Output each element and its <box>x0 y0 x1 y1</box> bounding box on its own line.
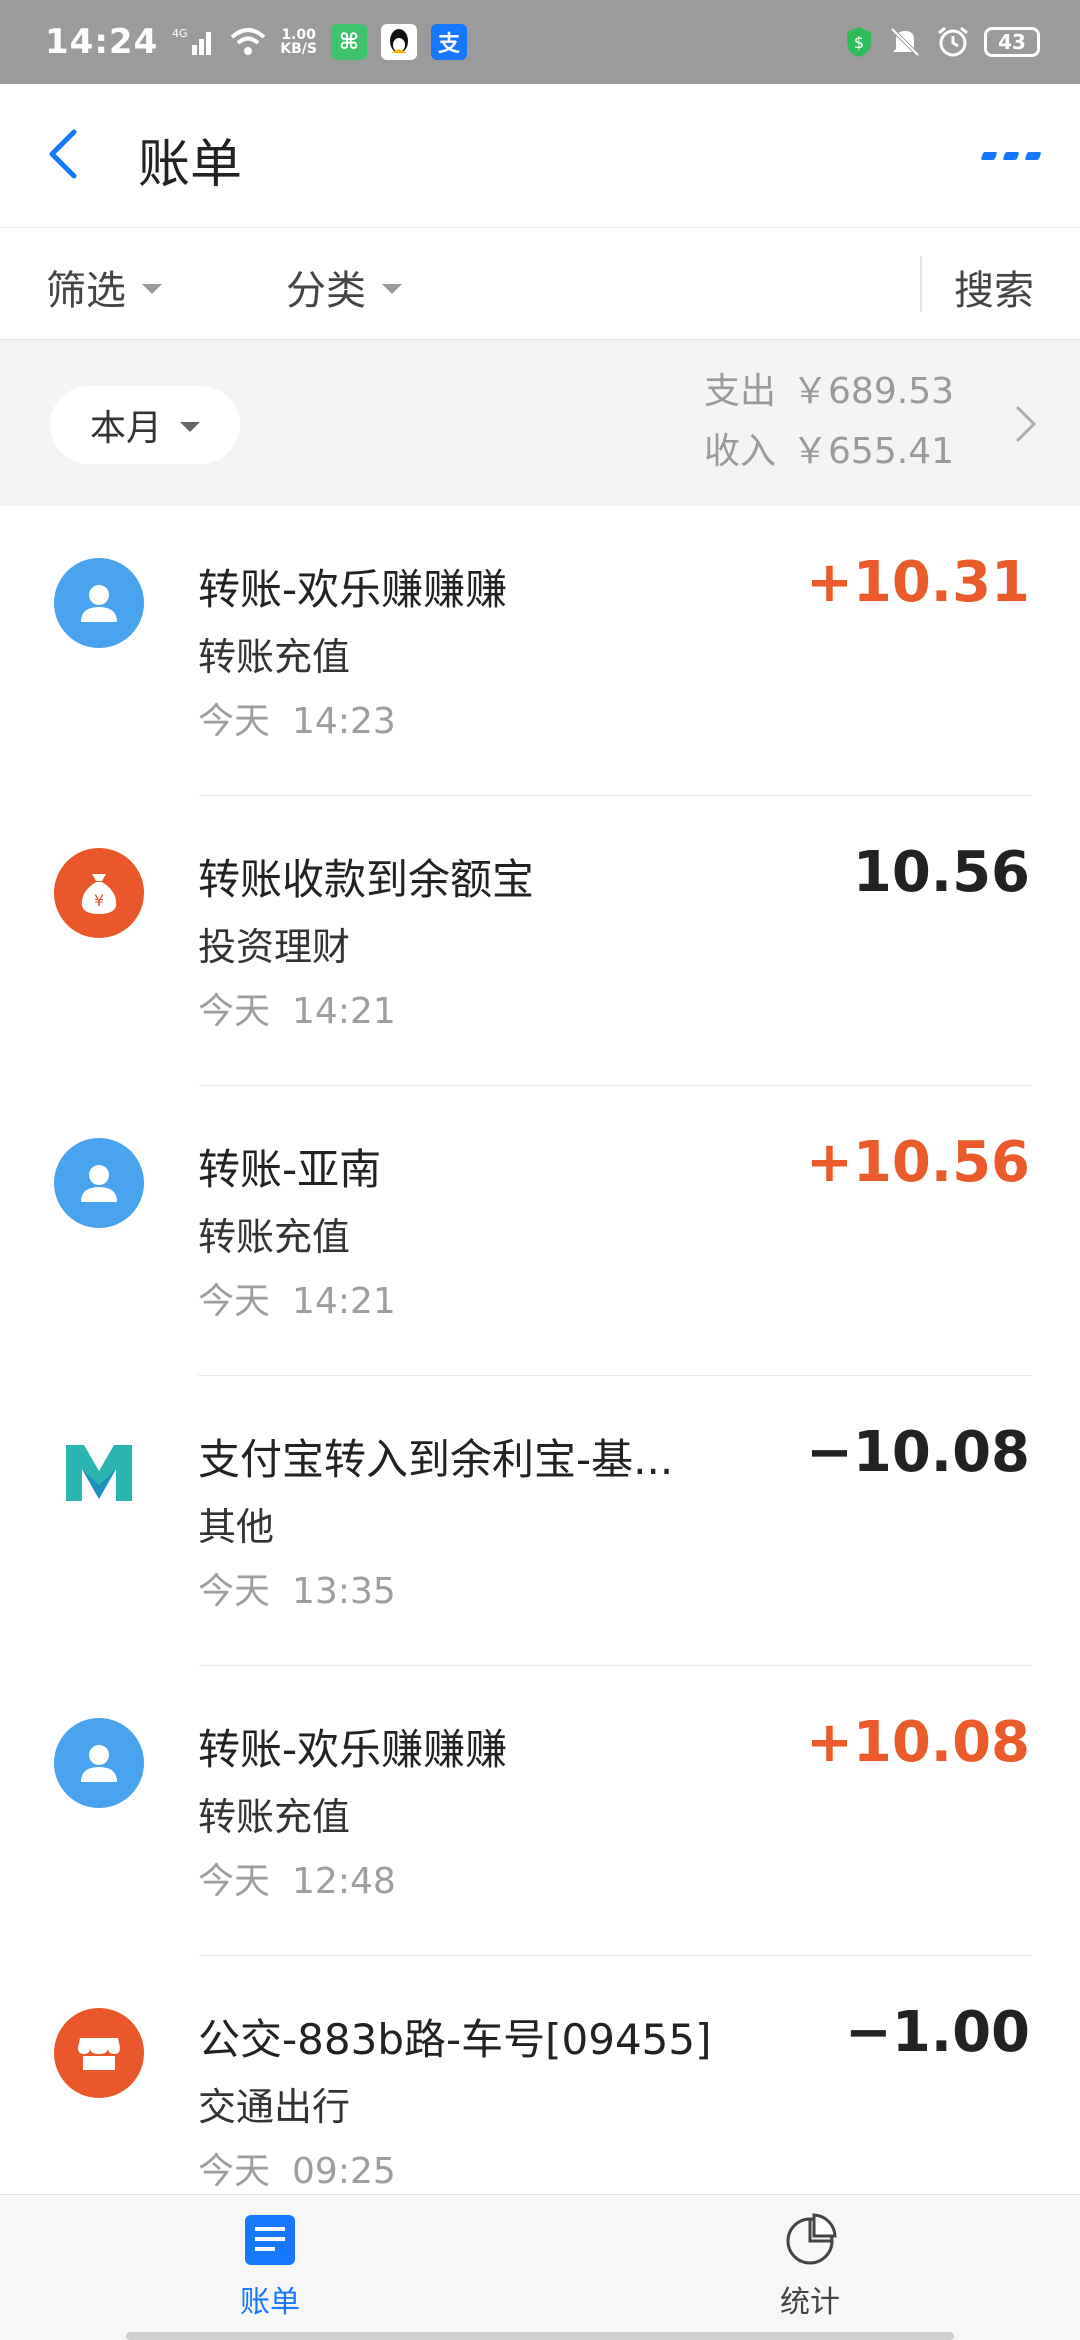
transaction-row[interactable]: ¥ 转账收款到余额宝 投资理财 今天 14:21 10.56 <box>0 796 1080 1086</box>
filter-bar: 筛选 分类 搜索 <box>0 228 1080 340</box>
transaction-time: 今天 12:48 <box>198 1861 396 1902</box>
pie-chart-icon <box>786 2213 837 2265</box>
month-label: 本月 <box>89 408 162 449</box>
qq-icon <box>380 24 417 60</box>
home-indicator[interactable] <box>126 2332 954 2340</box>
expense-amount: ￥689.53 <box>792 371 954 412</box>
transaction-title: 公交-883b路-车号[09455] <box>198 2015 712 2064</box>
mybank-logo-icon <box>54 1428 144 1518</box>
shield-dollar-icon: $ <box>844 25 874 59</box>
cat-app-icon: ⌘ <box>330 24 367 60</box>
svg-text:$: $ <box>854 33 864 52</box>
chevron-right-icon[interactable] <box>1012 402 1040 446</box>
transaction-category: 其他 <box>198 1505 275 1549</box>
transaction-amount: −1.00 <box>844 2000 1030 2065</box>
more-options-button[interactable] <box>980 144 1046 168</box>
search-button[interactable]: 搜索 <box>954 258 1034 316</box>
transaction-amount: −10.08 <box>805 1420 1030 1485</box>
transaction-row[interactable]: 支付宝转入到余利宝-基... 其他 今天 13:35 −10.08 <box>0 1376 1080 1666</box>
category-dropdown[interactable]: 分类 <box>286 258 402 316</box>
transaction-row[interactable]: 转账-亚南 转账充值 今天 14:21 +10.56 <box>0 1086 1080 1376</box>
alarm-icon <box>936 25 970 59</box>
transaction-amount: +10.08 <box>805 1710 1030 1775</box>
app-header: 账单 <box>0 84 1080 228</box>
alipay-icon: 支 <box>430 24 467 60</box>
transaction-time: 今天 14:21 <box>198 991 396 1032</box>
transaction-time: 今天 13:35 <box>198 1571 396 1612</box>
bill-list-icon <box>245 2215 295 2265</box>
mute-icon <box>888 25 922 59</box>
transaction-amount: +10.31 <box>805 550 1030 615</box>
transaction-category: 转账充值 <box>198 1795 351 1839</box>
svg-text:¥: ¥ <box>94 891 104 910</box>
wifi-icon <box>230 27 266 57</box>
status-time: 14:24 <box>45 22 159 62</box>
expense-label: 支出 <box>704 371 777 412</box>
signal-icon: 4G <box>172 27 216 57</box>
caret-down-icon <box>382 284 402 294</box>
transaction-title: 转账-欢乐赚赚赚 <box>198 1725 508 1774</box>
status-bar: 14:24 4G 1.00 KB/S ⌘ 支 $ 43 <box>0 0 1080 84</box>
person-avatar-icon <box>54 1138 144 1228</box>
divider <box>920 256 922 312</box>
transaction-title: 支付宝转入到余利宝-基... <box>198 1435 674 1484</box>
net-speed: 1.00 KB/S <box>280 27 317 57</box>
month-summary: 本月 支出 ￥689.53 收入 ￥655.41 <box>0 340 1080 506</box>
network-type: 4G <box>172 27 188 40</box>
caret-down-icon <box>180 422 200 432</box>
category-label: 分类 <box>286 268 366 314</box>
back-button[interactable] <box>44 124 104 194</box>
transaction-category: 转账充值 <box>198 1215 351 1259</box>
transaction-amount: 10.56 <box>852 840 1030 905</box>
bottom-navigation: 账单 统计 <box>0 2194 1080 2340</box>
income-total: 收入 ￥655.41 <box>704 422 954 482</box>
transaction-time: 今天 09:25 <box>198 2151 396 2192</box>
tab-bills[interactable]: 账单 <box>170 2213 370 2321</box>
transaction-category: 转账充值 <box>198 635 351 679</box>
transaction-category: 交通出行 <box>198 2085 351 2129</box>
money-bag-icon: ¥ <box>54 848 144 938</box>
income-label: 收入 <box>704 431 777 472</box>
transaction-amount: +10.56 <box>805 1130 1030 1195</box>
income-amount: ￥655.41 <box>792 431 954 472</box>
battery-indicator: 43 <box>984 27 1040 57</box>
transaction-time: 今天 14:23 <box>198 701 396 742</box>
summary-totals[interactable]: 支出 ￥689.53 收入 ￥655.41 <box>704 362 954 482</box>
filter-dropdown[interactable]: 筛选 <box>46 258 162 316</box>
month-selector[interactable]: 本月 <box>50 386 240 464</box>
transaction-time: 今天 14:21 <box>198 1281 396 1322</box>
more-dots-icon <box>980 152 998 160</box>
chevron-left-icon <box>49 129 77 179</box>
transaction-list: 转账-欢乐赚赚赚 转账充值 今天 14:23 +10.31 ¥ 转账收款到余额宝 … <box>0 506 1080 2246</box>
expense-total: 支出 ￥689.53 <box>704 362 954 422</box>
transaction-category: 投资理财 <box>198 925 351 969</box>
caret-down-icon <box>142 284 162 294</box>
shop-icon <box>54 2008 144 2098</box>
transaction-title: 转账收款到余额宝 <box>198 855 535 904</box>
person-avatar-icon <box>54 1718 144 1808</box>
transaction-title: 转账-欢乐赚赚赚 <box>198 565 508 614</box>
tab-statistics[interactable]: 统计 <box>710 2213 910 2321</box>
filter-label: 筛选 <box>46 268 126 314</box>
tab-statistics-label: 统计 <box>780 2285 840 2320</box>
tab-bills-label: 账单 <box>240 2285 300 2320</box>
transaction-row[interactable]: 转账-欢乐赚赚赚 转账充值 今天 12:48 +10.08 <box>0 1666 1080 1956</box>
transaction-title: 转账-亚南 <box>198 1145 382 1194</box>
person-avatar-icon <box>54 558 144 648</box>
page-title: 账单 <box>138 135 243 195</box>
transaction-row[interactable]: 转账-欢乐赚赚赚 转账充值 今天 14:23 +10.31 <box>0 506 1080 796</box>
